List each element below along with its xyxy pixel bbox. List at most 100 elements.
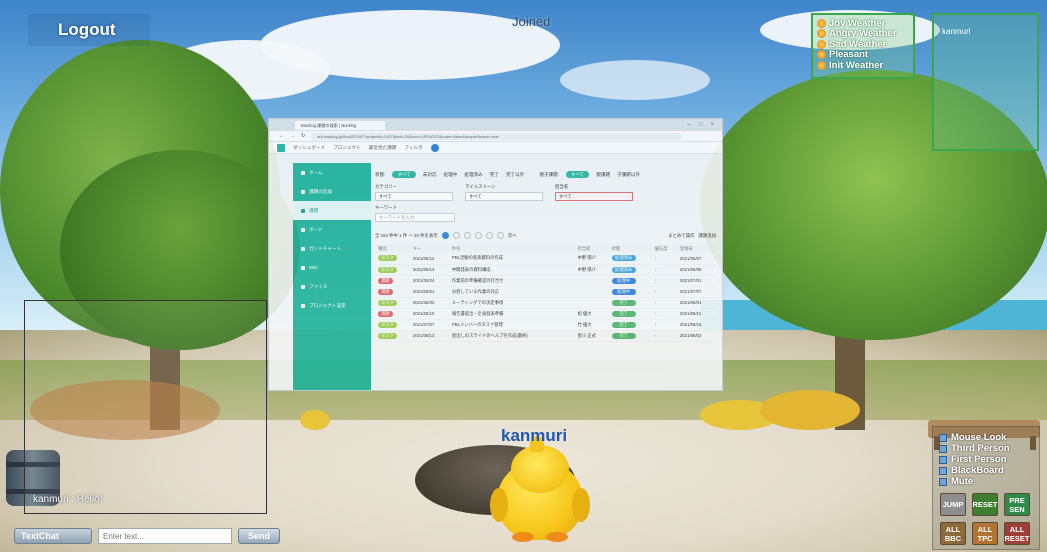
url-field[interactable]: ark-backlog.jp/find/ZE1MT?projectId=1357… [311,132,682,140]
parent-filter-child[interactable]: 子課題以外 [617,172,640,178]
sidebar-item-home[interactable]: ホーム [293,163,371,182]
status-filter-open[interactable]: 未対応 [423,172,437,178]
weather-angry-button[interactable]: Angry Weather [817,28,909,39]
mouse-look-toggle[interactable]: Mouse Look [939,432,1033,443]
browser-tab[interactable]: Backlog 課題の検索 | Backlog [295,120,385,130]
sidebar-item-files[interactable]: ファイル [293,277,371,296]
parent-filter-parent[interactable]: 親課題 [596,172,610,178]
table-row[interactable]: 課題 2021/05/24 作業前の準備確認の打合せ 処理中 ↑ 2021/07/01 [375,275,716,287]
table-row[interactable]: タスク 2021/07/07 PBLメンバーのタスク管理 竹 優大 完了 ↑ 2021/08… [375,319,716,331]
column-header[interactable]: 担当者 [574,244,609,253]
table-row[interactable]: タスク 2021/06/02 ミーティングでの決定事項 完了 ↑ 2021/08/01 [375,297,716,309]
issue-title[interactable]: PBLメンバーのタスク管理 [452,322,503,327]
column-header[interactable]: キー [409,244,449,253]
mute-toggle[interactable]: Mute [939,476,1033,487]
category-select[interactable]: すべて [375,192,453,201]
sidebar-item-gantt[interactable]: ガントチャート [293,239,371,258]
notification-badge-icon[interactable] [430,143,439,152]
blackboard-toggle[interactable]: BlackBoard [939,465,1033,476]
jump-button[interactable]: JUMP [940,493,966,516]
text-chat-toggle[interactable]: TextChat [14,528,92,544]
table-row[interactable]: 課題 2021/06/10 報告書提出・企画発表準備 松 優大 完了 ↑ 2021/08/1… [375,308,716,320]
table-header: 種別 キー 件名 担当者 状態 優先度 登録日 [375,244,716,253]
table-row[interactable]: タスク 2021/05/13 中間発表の資料構成 中野 陽介 処理済み ↑ 2021/06/… [375,264,716,276]
checkbox-icon [939,455,947,464]
weather-init-button[interactable]: Init Weather [817,60,909,71]
flowers [300,410,330,430]
chat-message: kanmuri : Hello! [33,494,103,505]
reload-icon[interactable]: ↻ [301,133,305,139]
page-1[interactable] [441,232,449,239]
issue-type-tag-cell: 課題 [375,308,410,320]
sidebar-item-wiki[interactable]: ボード [293,220,371,239]
issue-date: 2021/08/16 [679,322,702,327]
issue-key-cell: 2021/05/24 [409,275,449,287]
minimize-icon[interactable]: – [688,122,691,128]
bulk-action-button[interactable]: まとめて操作 [668,233,694,239]
all-third-person-button[interactable]: ALL TPC [972,522,998,545]
issue-title[interactable]: PBL活動の発表資料の作成 [452,255,503,260]
parent-filter-all[interactable]: すべて [565,171,590,178]
sidebar-item-add-issue[interactable]: 課題の追加 [293,182,371,201]
page-2[interactable] [452,232,460,239]
keyword-input[interactable]: キーワードを入力 [375,213,455,222]
column-header[interactable]: 件名 [448,244,575,253]
chat-input[interactable] [98,528,232,544]
status-filter-inprogress[interactable]: 処理中 [444,172,458,178]
nav-dashboard[interactable]: ダッシュボード [293,145,325,151]
presentation-button[interactable]: PRE SEN [1004,493,1030,516]
column-header[interactable]: 状態 [608,244,652,253]
issue-title[interactable]: ミーティングでの決定事項 [452,300,503,305]
page-3[interactable] [463,232,471,239]
page-5[interactable] [485,232,493,239]
next-page-link[interactable]: 次へ [508,233,517,239]
reset-button[interactable]: RESET [972,493,998,516]
issue-title[interactable]: 報告書提出・企画発表準備 [452,311,504,316]
milestone-select[interactable]: すべて [465,192,543,201]
sidebar-item-issues[interactable]: 課題 [293,201,371,220]
status-filter-resolved[interactable]: 処理済み [464,172,482,178]
third-person-toggle[interactable]: Third Person [939,443,1033,454]
send-button[interactable]: Send [238,528,280,544]
issue-title[interactable]: 中間発表の資料構成 [452,267,491,272]
assignee-select[interactable]: すべて [555,192,633,201]
issue-title[interactable]: 分担している作業の対応 [452,289,499,294]
column-header[interactable]: 種別 [375,244,410,253]
maximize-icon[interactable]: □ [699,122,703,128]
field-label: 担当者 [555,184,569,189]
table-row[interactable]: タスク 2021/05/12 PBL活動の発表資料の作成 中野 陽介 処理済み ↑ 2021… [375,253,716,265]
first-person-toggle[interactable]: First Person [939,454,1033,465]
status-filter-closed[interactable]: 完了 [490,172,499,178]
issue-key-cell: 2021/07/07 [409,319,449,331]
issue-type-tag: タスク [378,255,397,262]
all-blackboard-button[interactable]: ALL BBC [940,522,966,545]
close-icon[interactable]: × [710,122,714,128]
logout-button[interactable]: Logout [28,14,150,46]
back-icon[interactable]: ← [279,133,284,139]
sidebar-item-settings[interactable]: プロジェクト設定 [293,296,371,315]
issue-title[interactable]: 星出しのスライドのヘルプを作成(最終) [452,333,528,338]
status-filter-not-closed[interactable]: 完了以外 [506,172,524,178]
weather-pleasant-button[interactable]: Pleasant [817,49,909,60]
column-header[interactable]: 優先度 [651,244,677,253]
category-field: カテゴリー すべて [375,184,453,201]
shared-screen[interactable]: Backlog 課題の検索 | Backlog – □ × ← → ↻ ark-back… [268,118,723,391]
weather-sad-button[interactable]: Sad Weather [817,39,909,50]
page-4[interactable] [474,232,482,239]
weather-joy-button[interactable]: Joy Weather [817,18,909,29]
forward-icon[interactable]: → [290,133,295,139]
table-row[interactable]: タスク 2021/08/13 星出しのスライドのヘルプを作成(最終) 星川 正式 完了 ↑… [375,330,716,342]
issue-title[interactable]: 作業前の準備確認の打合せ [452,278,504,283]
issue-key: 2021/05/13 [412,267,435,272]
add-issue-button[interactable]: 課題追加 [698,233,716,239]
page-6[interactable] [496,232,504,239]
nav-recent[interactable]: 最近見た課題 [369,145,397,151]
issue-status: 完了 [611,310,636,317]
table-row[interactable]: 課題 2021/06/01 分担している作業の対応 処理中 ↑ 2021/07/07 [375,286,716,298]
column-header[interactable]: 登録日 [676,244,716,253]
sidebar-item-wiki-page[interactable]: Wiki [293,258,371,277]
all-reset-button[interactable]: ALL RESET [1004,522,1030,545]
nav-filter[interactable]: フィルタ [404,145,422,151]
nav-project[interactable]: プロジェクト [333,145,361,151]
status-filter-all[interactable]: すべて [392,171,416,178]
